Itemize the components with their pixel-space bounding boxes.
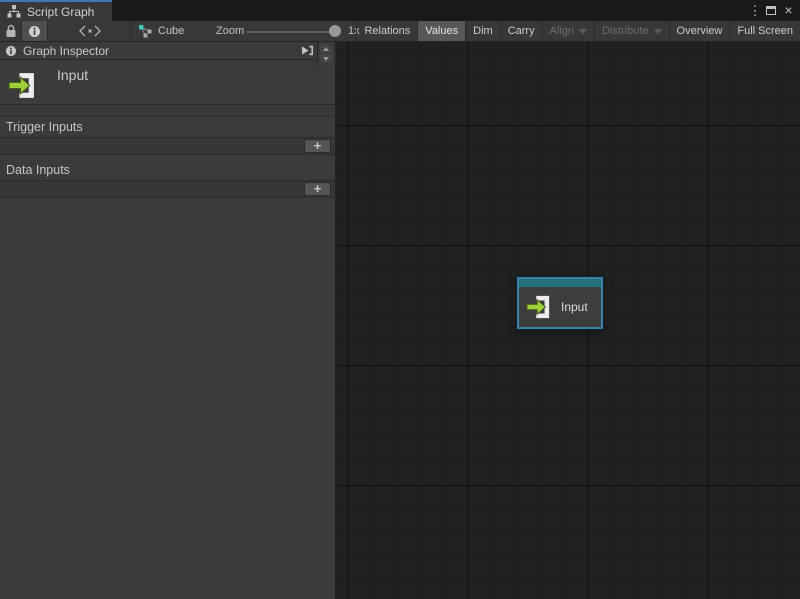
zoom-label: Zoom <box>216 21 244 41</box>
chevron-down-icon <box>654 29 662 34</box>
graph-inspector-panel: Graph Inspector Input Trigger Inputs + D… <box>0 42 337 599</box>
close-icon[interactable]: × <box>780 0 797 21</box>
trigger-inputs-label: Trigger Inputs <box>0 117 335 137</box>
arrow-up-icon <box>323 47 329 51</box>
trigger-inputs-list: + <box>0 137 335 155</box>
data-inputs-label: Data Inputs <box>0 160 335 180</box>
variables-toggle-button[interactable] <box>48 21 132 41</box>
dock-inspector-button[interactable] <box>299 44 315 57</box>
dim-button[interactable]: Dim <box>465 21 500 41</box>
overview-button[interactable]: Overview <box>669 21 730 41</box>
inspector-title: Graph Inspector <box>23 44 109 58</box>
window-title-bar: Script Graph ⋮ × <box>0 0 800 21</box>
chevron-down-icon <box>579 29 587 34</box>
graph-toolbar: Cube Zoom 1x Relations Values Dim Carry … <box>0 21 800 42</box>
unit-preview: Input <box>0 60 335 105</box>
scroll-up-button[interactable] <box>320 44 332 53</box>
unit-preview-title: Input <box>57 67 88 83</box>
lock-icon <box>5 24 17 38</box>
code-icon <box>79 25 101 37</box>
tab-title: Script Graph <box>27 5 94 19</box>
tab-script-graph[interactable]: Script Graph <box>0 0 112 21</box>
align-dropdown[interactable]: Align <box>542 21 594 41</box>
zoom-slider-track[interactable] <box>247 31 333 33</box>
data-inputs-list: + <box>0 180 335 198</box>
maximize-icon[interactable] <box>766 6 776 15</box>
add-trigger-input-button[interactable]: + <box>304 139 331 153</box>
align-label: Align <box>550 25 574 37</box>
inspector-spacer <box>0 106 335 117</box>
node-title: Input <box>561 300 588 314</box>
distribute-dropdown[interactable]: Distribute <box>594 21 668 41</box>
full-screen-button[interactable]: Full Screen <box>729 21 800 41</box>
info-icon <box>28 25 41 38</box>
input-unit-icon <box>526 295 552 319</box>
node-body: Input <box>519 287 601 327</box>
lock-button[interactable] <box>0 21 22 41</box>
info-icon <box>5 45 17 57</box>
zoom-slider-knob[interactable] <box>329 25 341 37</box>
node-header-bar <box>519 279 601 287</box>
window-menu-icon[interactable]: ⋮ <box>748 0 762 21</box>
input-unit-icon <box>8 72 37 99</box>
inspector-toggle-button[interactable] <box>22 21 48 41</box>
graph-icon <box>139 25 152 38</box>
input-node[interactable]: Input <box>517 277 603 329</box>
collapse-right-icon <box>301 45 314 56</box>
inspector-header: Graph Inspector <box>0 42 317 60</box>
distribute-label: Distribute <box>602 25 648 37</box>
graph-breadcrumb[interactable]: Cube <box>139 21 184 41</box>
toolbar-toggle-group: Relations Values Dim Carry Align Distrib… <box>356 21 800 41</box>
graph-canvas[interactable]: Input <box>337 42 800 599</box>
graph-name: Cube <box>158 25 184 37</box>
add-data-input-button[interactable]: + <box>304 182 331 196</box>
relations-button[interactable]: Relations <box>356 21 417 41</box>
window-controls: ⋮ × <box>748 0 797 21</box>
carry-button[interactable]: Carry <box>500 21 542 41</box>
script-graph-icon <box>7 5 21 18</box>
values-button[interactable]: Values <box>417 21 465 41</box>
